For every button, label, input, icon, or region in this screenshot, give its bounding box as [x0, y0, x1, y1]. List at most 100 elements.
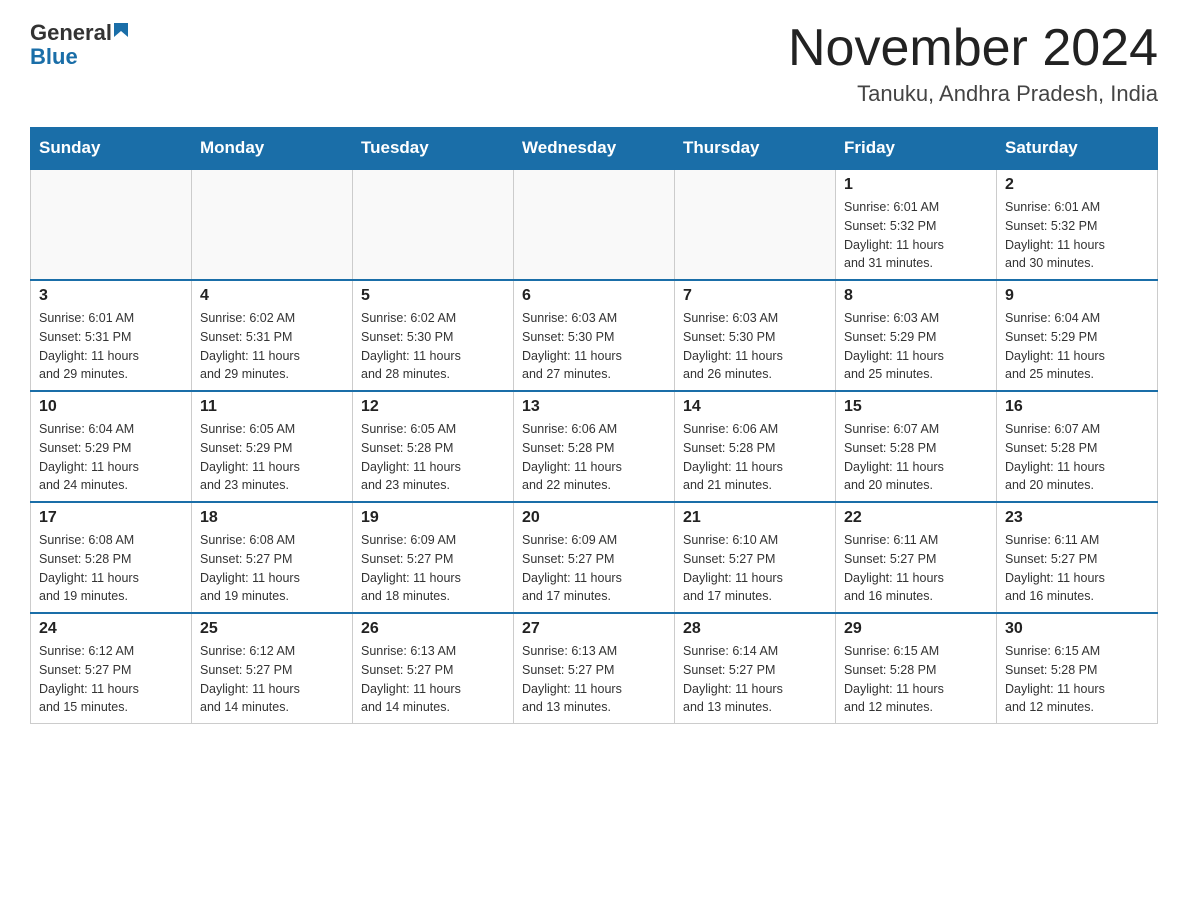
- day-info: Sunrise: 6:14 AMSunset: 5:27 PMDaylight:…: [683, 642, 827, 717]
- weekday-header-row: Sunday Monday Tuesday Wednesday Thursday…: [31, 128, 1158, 170]
- table-row: [514, 169, 675, 280]
- table-row: 18Sunrise: 6:08 AMSunset: 5:27 PMDayligh…: [192, 502, 353, 613]
- table-row: 13 Sunrise: 6:06 AMSunset: 5:28 PMDayligh…: [514, 391, 675, 502]
- table-row: 17 Sunrise: 6:08 AMSunset: 5:28 PMDayligh…: [31, 502, 192, 613]
- day-number: 10: [39, 398, 183, 416]
- day-number: 1: [844, 176, 988, 194]
- title-block: November 2024 Tanuku, Andhra Pradesh, In…: [788, 20, 1158, 107]
- table-row: 21Sunrise: 6:10 AMSunset: 5:27 PMDayligh…: [675, 502, 836, 613]
- calendar-table: Sunday Monday Tuesday Wednesday Thursday…: [30, 127, 1158, 724]
- day-number: 17: [39, 509, 183, 527]
- day-number: 27: [522, 620, 666, 638]
- day-info: Sunrise: 6:08 AMSunset: 5:28 PMDaylight:…: [39, 531, 183, 606]
- logo: General Blue: [30, 20, 136, 70]
- table-row: 12 Sunrise: 6:05 AMSunset: 5:28 PMDayligh…: [353, 391, 514, 502]
- location-subtitle: Tanuku, Andhra Pradesh, India: [788, 81, 1158, 107]
- header-sunday: Sunday: [31, 128, 192, 170]
- table-row: 15 Sunrise: 6:07 AMSunset: 5:28 PMDayligh…: [836, 391, 997, 502]
- header-friday: Friday: [836, 128, 997, 170]
- day-info: Sunrise: 6:04 AMSunset: 5:29 PMDaylight:…: [1005, 309, 1149, 384]
- table-row: [192, 169, 353, 280]
- day-info: Sunrise: 6:09 AMSunset: 5:27 PMDaylight:…: [361, 531, 505, 606]
- table-row: 10 Sunrise: 6:04 AMSunset: 5:29 PMDayligh…: [31, 391, 192, 502]
- day-number: 25: [200, 620, 344, 638]
- day-number: 28: [683, 620, 827, 638]
- day-info: Sunrise: 6:13 AMSunset: 5:27 PMDaylight:…: [522, 642, 666, 717]
- day-number: 12: [361, 398, 505, 416]
- day-number: 24: [39, 620, 183, 638]
- calendar-week-row: 3Sunrise: 6:01 AMSunset: 5:31 PMDaylight…: [31, 280, 1158, 391]
- day-number: 22: [844, 509, 988, 527]
- day-info: Sunrise: 6:15 AMSunset: 5:28 PMDaylight:…: [844, 642, 988, 717]
- table-row: 9Sunrise: 6:04 AMSunset: 5:29 PMDaylight…: [997, 280, 1158, 391]
- calendar-week-row: 24 Sunrise: 6:12 AMSunset: 5:27 PMDayligh…: [31, 613, 1158, 724]
- calendar-week-row: 1 Sunrise: 6:01 AMSunset: 5:32 PMDaylight…: [31, 169, 1158, 280]
- day-number: 4: [200, 287, 344, 305]
- day-info: Sunrise: 6:03 AMSunset: 5:30 PMDaylight:…: [522, 309, 666, 384]
- day-info: Sunrise: 6:02 AMSunset: 5:31 PMDaylight:…: [200, 309, 344, 384]
- table-row: 24Sunrise: 6:12 AMSunset: 5:27 PMDayligh…: [31, 613, 192, 724]
- day-info: Sunrise: 6:11 AMSunset: 5:27 PMDaylight:…: [844, 531, 988, 606]
- day-number: 3: [39, 287, 183, 305]
- table-row: 2 Sunrise: 6:01 AMSunset: 5:32 PMDaylight…: [997, 169, 1158, 280]
- table-row: 8 Sunrise: 6:03 AMSunset: 5:29 PMDaylight…: [836, 280, 997, 391]
- day-info: Sunrise: 6:12 AMSunset: 5:27 PMDaylight:…: [200, 642, 344, 717]
- header-saturday: Saturday: [997, 128, 1158, 170]
- day-number: 2: [1005, 176, 1149, 194]
- day-number: 19: [361, 509, 505, 527]
- table-row: 7 Sunrise: 6:03 AMSunset: 5:30 PMDaylight…: [675, 280, 836, 391]
- table-row: 11 Sunrise: 6:05 AMSunset: 5:29 PMDayligh…: [192, 391, 353, 502]
- day-number: 15: [844, 398, 988, 416]
- day-number: 7: [683, 287, 827, 305]
- table-row: [31, 169, 192, 280]
- day-number: 29: [844, 620, 988, 638]
- day-info: Sunrise: 6:03 AMSunset: 5:29 PMDaylight:…: [844, 309, 988, 384]
- table-row: 3Sunrise: 6:01 AMSunset: 5:31 PMDaylight…: [31, 280, 192, 391]
- table-row: 23 Sunrise: 6:11 AMSunset: 5:27 PMDayligh…: [997, 502, 1158, 613]
- table-row: 1 Sunrise: 6:01 AMSunset: 5:32 PMDaylight…: [836, 169, 997, 280]
- day-number: 13: [522, 398, 666, 416]
- day-info: Sunrise: 6:03 AMSunset: 5:30 PMDaylight:…: [683, 309, 827, 384]
- day-number: 14: [683, 398, 827, 416]
- day-info: Sunrise: 6:07 AMSunset: 5:28 PMDaylight:…: [1005, 420, 1149, 495]
- day-info: Sunrise: 6:05 AMSunset: 5:28 PMDaylight:…: [361, 420, 505, 495]
- day-info: Sunrise: 6:07 AMSunset: 5:28 PMDaylight:…: [844, 420, 988, 495]
- table-row: 22 Sunrise: 6:11 AMSunset: 5:27 PMDayligh…: [836, 502, 997, 613]
- month-year-title: November 2024: [788, 20, 1158, 77]
- day-info: Sunrise: 6:06 AMSunset: 5:28 PMDaylight:…: [683, 420, 827, 495]
- day-number: 16: [1005, 398, 1149, 416]
- table-row: 27 Sunrise: 6:13 AMSunset: 5:27 PMDayligh…: [514, 613, 675, 724]
- table-row: 26Sunrise: 6:13 AMSunset: 5:27 PMDayligh…: [353, 613, 514, 724]
- day-number: 30: [1005, 620, 1149, 638]
- page-header: General Blue November 2024 Tanuku, Andhr…: [30, 20, 1158, 107]
- day-number: 8: [844, 287, 988, 305]
- table-row: 14 Sunrise: 6:06 AMSunset: 5:28 PMDayligh…: [675, 391, 836, 502]
- table-row: [675, 169, 836, 280]
- table-row: 6 Sunrise: 6:03 AMSunset: 5:30 PMDaylight…: [514, 280, 675, 391]
- day-number: 6: [522, 287, 666, 305]
- header-wednesday: Wednesday: [514, 128, 675, 170]
- day-info: Sunrise: 6:01 AMSunset: 5:32 PMDaylight:…: [1005, 198, 1149, 273]
- logo-general-text: General: [30, 20, 112, 46]
- day-info: Sunrise: 6:05 AMSunset: 5:29 PMDaylight:…: [200, 420, 344, 495]
- table-row: [353, 169, 514, 280]
- day-number: 5: [361, 287, 505, 305]
- table-row: 16 Sunrise: 6:07 AMSunset: 5:28 PMDayligh…: [997, 391, 1158, 502]
- table-row: 5Sunrise: 6:02 AMSunset: 5:30 PMDaylight…: [353, 280, 514, 391]
- day-info: Sunrise: 6:04 AMSunset: 5:29 PMDaylight:…: [39, 420, 183, 495]
- day-number: 23: [1005, 509, 1149, 527]
- table-row: 25 Sunrise: 6:12 AMSunset: 5:27 PMDayligh…: [192, 613, 353, 724]
- table-row: 29 Sunrise: 6:15 AMSunset: 5:28 PMDayligh…: [836, 613, 997, 724]
- day-info: Sunrise: 6:01 AMSunset: 5:32 PMDaylight:…: [844, 198, 988, 273]
- day-info: Sunrise: 6:08 AMSunset: 5:27 PMDaylight:…: [200, 531, 344, 606]
- day-info: Sunrise: 6:15 AMSunset: 5:28 PMDaylight:…: [1005, 642, 1149, 717]
- calendar-week-row: 17 Sunrise: 6:08 AMSunset: 5:28 PMDayligh…: [31, 502, 1158, 613]
- day-info: Sunrise: 6:06 AMSunset: 5:28 PMDaylight:…: [522, 420, 666, 495]
- day-number: 21: [683, 509, 827, 527]
- table-row: 30 Sunrise: 6:15 AMSunset: 5:28 PMDayligh…: [997, 613, 1158, 724]
- day-number: 20: [522, 509, 666, 527]
- day-info: Sunrise: 6:11 AMSunset: 5:27 PMDaylight:…: [1005, 531, 1149, 606]
- table-row: 19 Sunrise: 6:09 AMSunset: 5:27 PMDayligh…: [353, 502, 514, 613]
- day-info: Sunrise: 6:09 AMSunset: 5:27 PMDaylight:…: [522, 531, 666, 606]
- day-number: 11: [200, 398, 344, 416]
